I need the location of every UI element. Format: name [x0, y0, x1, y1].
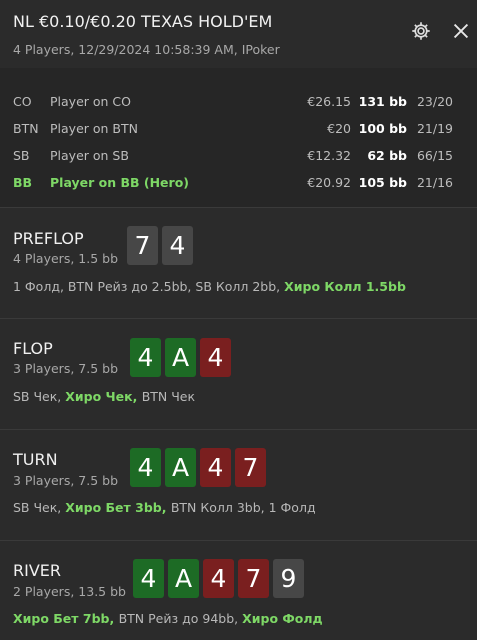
- street-preflop: PREFLOP 4 Players, 1.5 bb 7 4 1 Фолд, BT…: [0, 207, 477, 318]
- street-actions: SB Чек, Хиро Чек, BTN Чек: [13, 389, 195, 404]
- hero-action-text: Хиро Бет 7bb,: [13, 611, 119, 626]
- street-name: RIVER: [13, 561, 62, 580]
- street-actions: Хиро Бет 7bb, BTN Рейз до 94bb, Хиро Фол…: [13, 611, 323, 626]
- hand-subtitle: 4 Players, 12/29/2024 10:58:39 AM, IPoke…: [13, 42, 280, 57]
- player-position: SB: [13, 148, 30, 163]
- playing-card: 4: [130, 338, 161, 377]
- street-name: PREFLOP: [13, 229, 84, 248]
- player-stats: 23/20: [416, 94, 453, 109]
- street-info: 3 Players, 7.5 bb: [13, 473, 119, 488]
- action-text: 1 Фолд, BTN Рейз до 2.5bb, SB Колл 2bb,: [13, 279, 285, 294]
- player-stats: 21/19: [416, 121, 453, 136]
- hero-action-text: Хиро Колл 1.5bb: [284, 279, 406, 294]
- street-actions: SB Чек, Хиро Бет 3bb, BTN Колл 3bb, 1 Фо…: [13, 500, 316, 515]
- player-stack: €20: [327, 121, 351, 136]
- action-text: BTN Чек: [141, 389, 196, 404]
- street-name: TURN: [13, 450, 58, 469]
- card-group: 4 A 4: [130, 338, 231, 377]
- hero-action-text: Хиро Чек,: [65, 389, 142, 404]
- action-text: SB Чек,: [13, 389, 66, 404]
- playing-card: 4: [162, 226, 193, 265]
- playing-card: 7: [235, 448, 266, 487]
- action-text: BTN Колл 3bb, 1 Фолд: [170, 500, 316, 515]
- player-row: CO Player on CO €26.15 131 bb 23/20: [0, 88, 477, 115]
- street-info: 4 Players, 1.5 bb: [13, 251, 119, 266]
- player-stack: €12.32: [307, 148, 351, 163]
- playing-card: A: [165, 448, 196, 487]
- card-group: 4 A 4 7: [130, 448, 266, 487]
- playing-card: A: [168, 559, 199, 598]
- player-position: BTN: [13, 121, 39, 136]
- player-stack-bb: 100 bb: [358, 121, 407, 136]
- gear-icon[interactable]: [410, 20, 432, 42]
- hero-player-row: BB Player on BB (Hero) €20.92 105 bb 21/…: [0, 169, 477, 196]
- card-group: 7 4: [127, 226, 193, 265]
- street-name: FLOP: [13, 339, 53, 358]
- playing-card: 4: [133, 559, 164, 598]
- street-info: 2 Players, 13.5 bb: [13, 584, 126, 599]
- street-flop: FLOP 3 Players, 7.5 bb 4 A 4 SB Чек, Хир…: [0, 318, 477, 429]
- street-info: 3 Players, 7.5 bb: [13, 361, 119, 376]
- player-stack-bb: 131 bb: [358, 94, 407, 109]
- hand-title: NL €0.10/€0.20 TEXAS HOLD'EM: [13, 12, 273, 31]
- hand-header: NL €0.10/€0.20 TEXAS HOLD'EM 4 Players, …: [0, 0, 477, 68]
- street-turn: TURN 3 Players, 7.5 bb 4 A 4 7 SB Чек, Х…: [0, 429, 477, 540]
- playing-card: 4: [203, 559, 234, 598]
- playing-card: A: [165, 338, 196, 377]
- playing-card: 4: [200, 338, 231, 377]
- playing-card: 9: [273, 559, 304, 598]
- hero-action-text: Хиро Фолд: [242, 611, 323, 626]
- player-stack-bb: 62 bb: [367, 148, 407, 163]
- player-stack: €26.15: [307, 94, 351, 109]
- player-stats: 21/16: [416, 175, 453, 190]
- street-river: RIVER 2 Players, 13.5 bb 4 A 4 7 9 Хиро …: [0, 540, 477, 640]
- player-stack: €20.92: [307, 175, 351, 190]
- playing-card: 4: [130, 448, 161, 487]
- close-icon[interactable]: [450, 20, 472, 42]
- card-group: 4 A 4 7 9: [133, 559, 304, 598]
- playing-card: 7: [238, 559, 269, 598]
- player-name: Player on BTN: [50, 121, 138, 136]
- action-text: BTN Рейз до 94bb,: [118, 611, 243, 626]
- player-stats: 66/15: [416, 148, 453, 163]
- player-name: Player on BB (Hero): [50, 175, 190, 190]
- player-name: Player on CO: [50, 94, 131, 109]
- player-row: SB Player on SB €12.32 62 bb 66/15: [0, 142, 477, 169]
- street-actions: 1 Фолд, BTN Рейз до 2.5bb, SB Колл 2bb, …: [13, 279, 406, 294]
- player-stack-bb: 105 bb: [358, 175, 407, 190]
- playing-card: 4: [200, 448, 231, 487]
- action-text: SB Чек,: [13, 500, 66, 515]
- player-name: Player on SB: [50, 148, 129, 163]
- player-row: BTN Player on BTN €20 100 bb 21/19: [0, 115, 477, 142]
- player-position: CO: [13, 94, 32, 109]
- player-position: BB: [13, 175, 33, 190]
- players-table: CO Player on CO €26.15 131 bb 23/20 BTN …: [0, 68, 477, 207]
- hero-action-text: Хиро Бет 3bb,: [65, 500, 171, 515]
- playing-card: 7: [127, 226, 158, 265]
